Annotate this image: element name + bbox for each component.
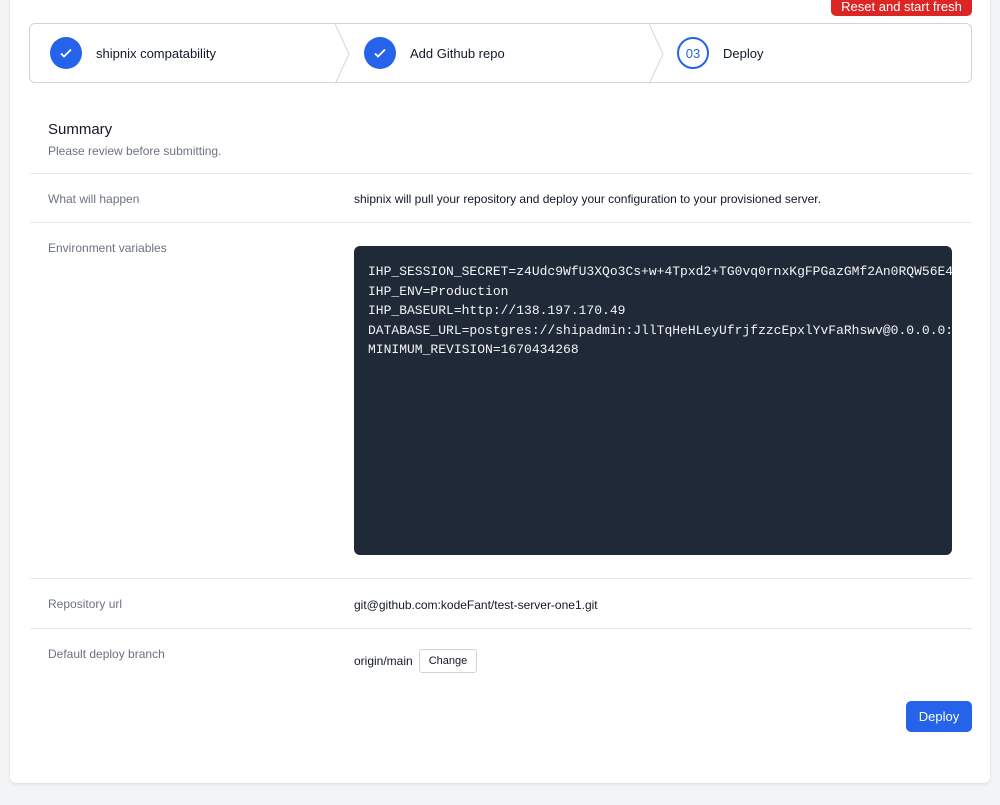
check-icon xyxy=(364,37,396,69)
reset-button[interactable]: Reset and start fresh xyxy=(831,0,972,16)
change-branch-button[interactable]: Change xyxy=(418,649,478,673)
branch-value-group: origin/main Change xyxy=(354,649,478,673)
step-label: Add Github repo xyxy=(410,45,505,61)
row-what-will-happen: What will happen shipnix will pull your … xyxy=(30,173,972,223)
stepper: shipnix compatability Add Github repo 03… xyxy=(29,23,972,84)
step-github[interactable]: Add Github repo xyxy=(343,24,664,84)
row-label: What will happen xyxy=(48,192,140,206)
row-label: Environment variables xyxy=(48,241,167,255)
branch-value: origin/main xyxy=(354,654,413,668)
row-label: Repository url xyxy=(48,597,123,611)
env-vars-code[interactable]: IHP_SESSION_SECRET=z4Udc9WfU3XQo3Cs+w+4T… xyxy=(354,246,952,555)
row-label: Default deploy branch xyxy=(48,647,165,661)
step-compatibility[interactable]: shipnix compatability xyxy=(30,24,350,84)
step-label: Deploy xyxy=(723,45,764,61)
step-deploy[interactable]: 03 Deploy xyxy=(657,24,763,82)
step-number: 03 xyxy=(677,37,709,69)
deploy-button[interactable]: Deploy xyxy=(906,701,972,732)
env-line: IHP_SESSION_SECRET=z4Udc9WfU3XQo3Cs+w+4T… xyxy=(368,264,952,279)
env-line: MINIMUM_REVISION=1670434268 xyxy=(368,342,579,357)
row-value: shipnix will pull your repository and de… xyxy=(354,192,821,206)
summary-title: Summary xyxy=(48,121,113,138)
step-label: shipnix compatability xyxy=(96,45,216,61)
check-icon xyxy=(50,37,82,69)
summary-subtitle: Please review before submitting. xyxy=(48,144,222,158)
row-repository-url: Repository url git@github.com:kodeFant/t… xyxy=(30,578,972,628)
env-line: IHP_BASEURL=http://138.197.170.49 xyxy=(368,303,626,318)
env-line: IHP_ENV=Production xyxy=(368,283,509,299)
env-line: DATABASE_URL=postgres://shipadmin:JllTqH… xyxy=(368,322,952,338)
row-value: git@github.com:kodeFant/test-server-one1… xyxy=(354,598,598,612)
summary-header: Summary Please review before submitting. xyxy=(48,121,221,158)
row-deploy-branch: Default deploy branch origin/main Change xyxy=(30,628,972,688)
